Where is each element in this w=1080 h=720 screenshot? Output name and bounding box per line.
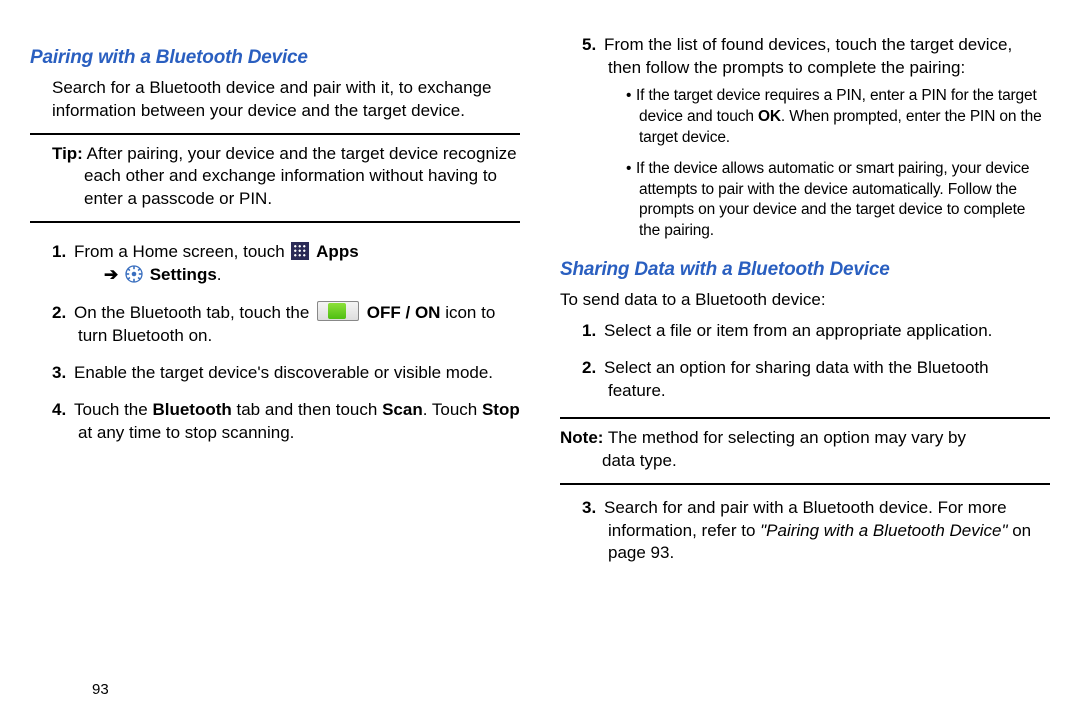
step-number: 1. bbox=[52, 241, 74, 264]
step-text: Search for and pair with a Bluetooth dev… bbox=[604, 498, 1031, 563]
note-label: Note: bbox=[560, 428, 603, 447]
bullet-dot-icon: • bbox=[626, 86, 636, 107]
divider bbox=[560, 417, 1050, 419]
cross-reference: "Pairing with a Bluetooth Device" bbox=[760, 521, 1007, 540]
step-number: 3. bbox=[582, 497, 604, 520]
sharing-step-3: 3.Search for and pair with a Bluetooth d… bbox=[582, 497, 1050, 566]
text-fragment: tab and then touch bbox=[232, 400, 382, 419]
left-column: Pairing with a Bluetooth Device Search f… bbox=[30, 30, 520, 720]
text-fragment: On the Bluetooth tab, touch the bbox=[74, 303, 314, 322]
text-fragment: From a Home screen, touch bbox=[74, 242, 289, 261]
arrow-icon: ➔ bbox=[104, 265, 118, 284]
toggle-switch-icon bbox=[317, 301, 359, 321]
tip-body-line1: After pairing, your device and the targe… bbox=[87, 144, 517, 163]
apps-grid-icon bbox=[291, 242, 309, 260]
pairing-steps: 1.From a Home screen, touch Apps ➔ Setti… bbox=[30, 241, 520, 445]
ok-label: OK bbox=[758, 108, 781, 125]
stop-label: Stop bbox=[482, 400, 520, 419]
bullet-text: If the target device requires a PIN, ent… bbox=[636, 87, 1042, 146]
bullet-auto-pair: •If the device allows automatic or smart… bbox=[626, 159, 1050, 243]
text-fragment: Touch the bbox=[74, 400, 152, 419]
tip-block: Tip: After pairing, your device and the … bbox=[30, 143, 520, 212]
intro-paragraph: Search for a Bluetooth device and pair w… bbox=[30, 77, 520, 123]
step-3: 3.Enable the target device's discoverabl… bbox=[52, 362, 520, 385]
note-block: Note: The method for selecting an option… bbox=[560, 427, 1050, 473]
sharing-steps-1-2: 1.Select a file or item from an appropri… bbox=[560, 320, 1050, 403]
step-text: Enable the target device's discoverable … bbox=[74, 363, 493, 382]
text-fragment: . bbox=[217, 265, 222, 284]
pairing-step-5: 5.From the list of found devices, touch … bbox=[560, 34, 1050, 242]
bullet-pin: •If the target device requires a PIN, en… bbox=[626, 86, 1050, 149]
step-text: Select an option for sharing data with t… bbox=[604, 358, 989, 400]
note-body-line1: The method for selecting an option may v… bbox=[608, 428, 966, 447]
step-number: 2. bbox=[582, 357, 604, 380]
step-number: 5. bbox=[582, 34, 604, 57]
sharing-step-1: 1.Select a file or item from an appropri… bbox=[582, 320, 1050, 343]
step-number: 3. bbox=[52, 362, 74, 385]
step-4: 4.Touch the Bluetooth tab and then touch… bbox=[52, 399, 520, 445]
step-5-bullets: •If the target device requires a PIN, en… bbox=[608, 86, 1050, 242]
divider bbox=[30, 133, 520, 135]
step-text: Select a file or item from an appropriat… bbox=[604, 321, 992, 340]
bullet-text: If the device allows automatic or smart … bbox=[636, 160, 1029, 240]
step-text: Touch the Bluetooth tab and then touch S… bbox=[74, 400, 520, 442]
step-1-line2: ➔ Settings. bbox=[78, 265, 222, 284]
sharing-intro: To send data to a Bluetooth device: bbox=[560, 289, 1050, 312]
step-number: 1. bbox=[582, 320, 604, 343]
divider bbox=[560, 483, 1050, 485]
page: Pairing with a Bluetooth Device Search f… bbox=[0, 0, 1080, 720]
text-fragment: . Touch bbox=[423, 400, 482, 419]
note-body-line2: data type. bbox=[560, 450, 1050, 473]
step-number: 4. bbox=[52, 399, 74, 422]
step-1: 1.From a Home screen, touch Apps ➔ Setti… bbox=[52, 241, 520, 287]
off-on-label: OFF / ON bbox=[367, 303, 441, 322]
heading-sharing: Sharing Data with a Bluetooth Device bbox=[560, 257, 1050, 283]
sharing-steps-3: 3.Search for and pair with a Bluetooth d… bbox=[560, 497, 1050, 566]
step-text: On the Bluetooth tab, touch the OFF / ON… bbox=[74, 303, 495, 345]
tip-label: Tip: bbox=[52, 144, 83, 163]
step-2: 2.On the Bluetooth tab, touch the OFF / … bbox=[52, 301, 520, 348]
bluetooth-label: Bluetooth bbox=[152, 400, 231, 419]
step-5: 5.From the list of found devices, touch … bbox=[582, 34, 1050, 242]
apps-label: Apps bbox=[316, 242, 359, 261]
step-number: 2. bbox=[52, 302, 74, 325]
step-text: From the list of found devices, touch th… bbox=[604, 35, 1012, 77]
bullet-dot-icon: • bbox=[626, 159, 636, 180]
sharing-step-2: 2.Select an option for sharing data with… bbox=[582, 357, 1050, 403]
settings-label: Settings bbox=[150, 265, 217, 284]
tip-body-line2: each other and exchange information with… bbox=[52, 165, 520, 211]
step-text: From a Home screen, touch Apps bbox=[74, 242, 359, 261]
page-number: 93 bbox=[92, 680, 109, 700]
scan-label: Scan bbox=[382, 400, 423, 419]
settings-gear-icon bbox=[125, 265, 143, 283]
heading-pairing: Pairing with a Bluetooth Device bbox=[30, 45, 520, 71]
divider bbox=[30, 221, 520, 223]
text-fragment: at any time to stop scanning. bbox=[78, 423, 294, 442]
right-column: 5.From the list of found devices, touch … bbox=[560, 30, 1050, 720]
